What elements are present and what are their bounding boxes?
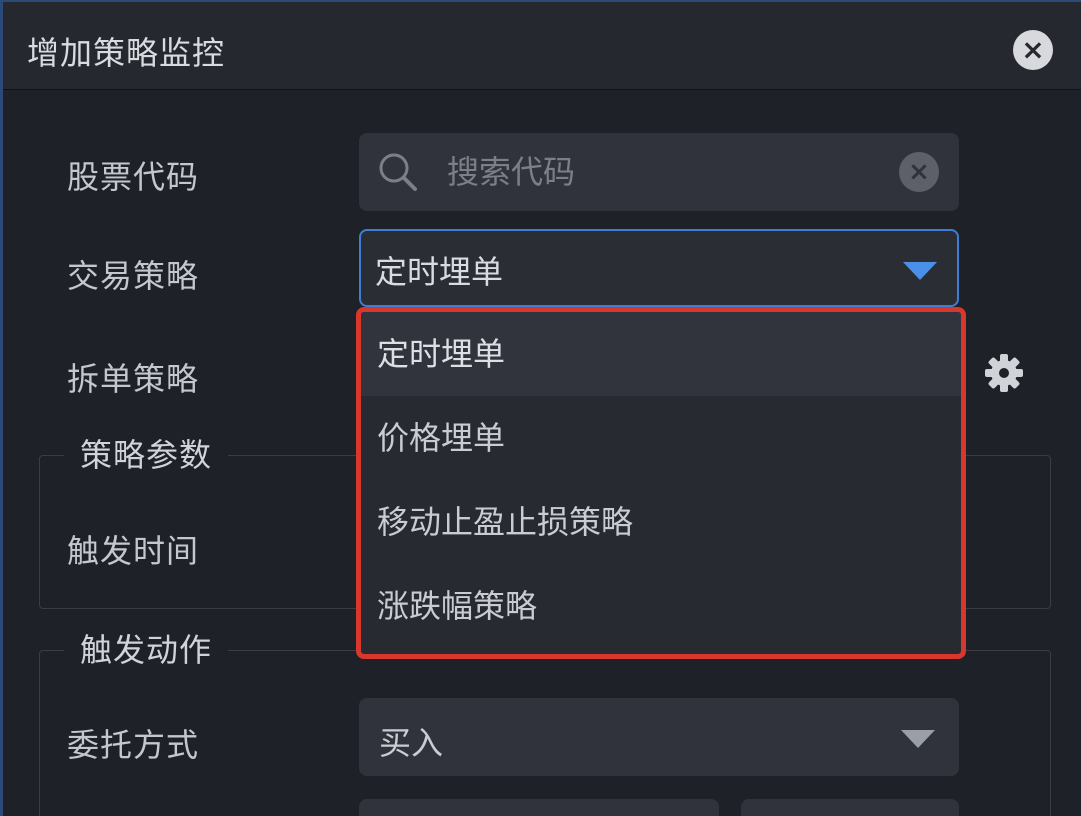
stock-search-input[interactable]	[447, 133, 867, 211]
split-strategy-label: 拆单策略	[67, 360, 200, 398]
order-type-value: 买入	[379, 724, 444, 762]
dialog-titlebar: 增加策略监控 ×	[3, 2, 1081, 90]
trading-strategy-select[interactable]: 定时埋单	[359, 229, 959, 307]
clear-icon[interactable]: ×	[899, 152, 939, 192]
trigger-time-label: 触发时间	[67, 532, 200, 570]
trading-strategy-label: 交易策略	[67, 257, 200, 295]
order-type-select[interactable]: 买入	[359, 698, 959, 776]
dropdown-option-price-change[interactable]: 涨跌幅策略	[361, 564, 961, 648]
caret-down-icon	[903, 262, 937, 280]
caret-down-icon	[901, 730, 935, 748]
trigger-action-title: 触发动作	[64, 625, 229, 671]
add-strategy-monitor-dialog: 增加策略监控 × 股票代码 × 交易策略 定时埋单 拆单策略	[0, 0, 1081, 816]
stock-code-label: 股票代码	[67, 158, 200, 196]
gear-icon[interactable]	[983, 352, 1025, 394]
partial-input-right[interactable]	[741, 799, 959, 816]
partial-input-left[interactable]	[359, 799, 719, 816]
dropdown-option-timed-order[interactable]: 定时埋单	[361, 312, 961, 396]
search-icon	[379, 153, 417, 191]
stock-search-field[interactable]: ×	[359, 133, 959, 211]
dropdown-option-trailing-stop[interactable]: 移动止盈止损策略	[361, 480, 961, 564]
strategy-dropdown-list: 定时埋单 价格埋单 移动止盈止损策略 涨跌幅策略	[356, 307, 966, 659]
close-icon[interactable]: ×	[1013, 30, 1053, 70]
dialog-title: 增加策略监控	[27, 34, 226, 72]
order-type-label: 委托方式	[67, 726, 200, 764]
dropdown-option-price-order[interactable]: 价格埋单	[361, 396, 961, 480]
strategy-params-title: 策略参数	[64, 430, 229, 476]
trading-strategy-value: 定时埋单	[375, 253, 504, 291]
